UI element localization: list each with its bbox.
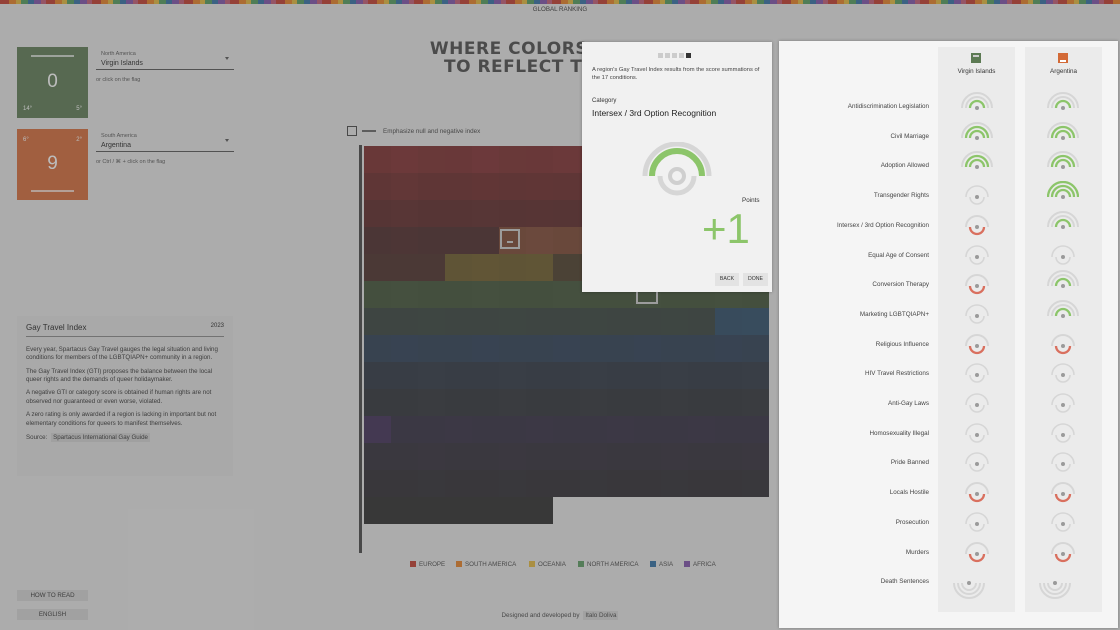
score-gauge-icon[interactable] [1047,419,1079,451]
popup-description: A region's Gay Travel Index results from… [592,67,760,82]
category-label: Category [592,98,617,104]
score-gauge-icon[interactable] [1047,151,1079,183]
criterion-label: Adoption Allowed [880,162,929,170]
criterion-label: Antidiscrimination Legislation [847,103,929,110]
score-gauge-icon[interactable] [1047,270,1079,302]
score-gauge-icon[interactable] [1047,121,1079,154]
step-dot[interactable] [679,53,684,58]
score-gauge-icon[interactable] [1047,241,1079,273]
score-gauge-icon[interactable] [961,270,993,302]
score-gauge-icon[interactable] [1047,389,1079,421]
score-gauge-icon[interactable] [961,211,993,243]
score-gauge-icon[interactable] [961,300,993,332]
criterion-label: Marketing LGBTQIAPN+ [859,310,929,318]
criterion-label: Murders [905,548,929,556]
step-dot[interactable] [686,53,691,58]
region2-column-title: Argentina [1050,68,1077,75]
score-gauge-icon[interactable] [961,508,993,540]
criterion-label: Locals Hostile [889,489,929,497]
criterion-label: Civil Marriage [890,132,930,140]
score-gauge-icon[interactable] [961,330,993,362]
criterion-label: Intersex / 3rd Option Recognition [836,221,929,229]
score-gauge-icon[interactable] [1047,181,1079,213]
criterion-label: Equal Age of Consent [868,251,929,259]
score-gauge-icon[interactable] [1047,330,1079,362]
points-value: +1 [702,205,750,252]
criterion-label: Anti-Gay Laws [888,400,929,407]
step-dot[interactable] [665,53,670,58]
score-gauge-icon[interactable] [961,448,993,480]
score-gauge-icon[interactable] [1039,567,1071,600]
region1-column-title: Virgin Islands [957,68,996,75]
step-dot[interactable] [672,53,677,58]
gauge-icon [642,142,712,196]
score-gauge-icon[interactable] [1047,210,1079,243]
score-gauge-icon[interactable] [961,151,993,183]
category-value: Intersex / 3rd Option Recognition [592,108,717,118]
criterion-label: HIV Travel Restrictions [864,370,929,378]
score-gauge-icon[interactable] [1047,508,1079,540]
criterion-label: Transgender Rights [873,192,929,200]
score-gauge-icon[interactable] [1047,299,1079,332]
score-gauge-icon[interactable] [961,181,993,213]
criterion-label: Death Sentences [880,578,929,586]
score-gauge-icon[interactable] [961,121,993,154]
flag-icon [1058,53,1068,63]
score-gauge-icon[interactable] [961,359,993,391]
score-gauge-icon[interactable] [1047,92,1079,124]
step-indicator [658,45,693,58]
score-gauge-icon[interactable] [961,478,993,510]
score-gauge-icon[interactable] [961,92,993,124]
score-gauge-icon[interactable] [1047,478,1079,510]
score-gauge-icon[interactable] [961,389,993,421]
score-gauge-icon[interactable] [1047,538,1079,570]
score-gauge-icon[interactable] [961,241,993,273]
score-gauge-icon[interactable] [961,538,993,570]
criterion-label: Religious Influence [875,340,929,348]
criterion-label: Prosecution [895,518,929,526]
score-gauge-icon[interactable] [1047,448,1079,480]
comparison-panel: Virgin Islands Argentina Antidiscriminat… [779,41,1118,628]
score-gauge-icon[interactable] [961,419,993,451]
criterion-label: Homosexuality Illegal [869,429,930,437]
criterion-label: Conversion Therapy [872,281,929,289]
flag-icon [971,53,981,63]
step-dot[interactable] [658,53,663,58]
score-gauge-icon[interactable] [953,567,985,600]
criterion-label: Pride Banned [890,459,929,467]
score-gauge-icon[interactable] [1047,359,1079,391]
